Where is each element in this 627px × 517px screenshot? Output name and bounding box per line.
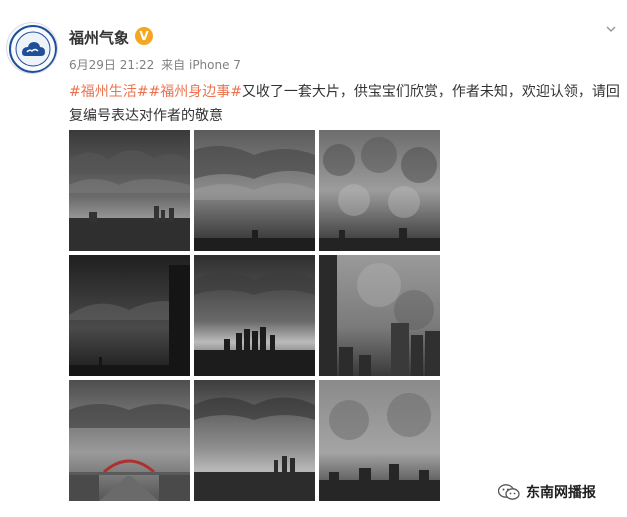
hashtag-link[interactable]: #福州身边事#: [148, 84, 241, 100]
weibo-post-card: 福州气象 V 6月29日 21:22 来自 iPhone 7 #福州生活##福州…: [0, 0, 627, 517]
post-time[interactable]: 6月29日 21:22: [69, 58, 154, 72]
post-meta: 6月29日 21:22 来自 iPhone 7: [69, 56, 244, 73]
cloud-emblem-icon: [9, 25, 57, 73]
watermark: 东南网播报: [498, 482, 596, 502]
post-source-prefix: 来自: [161, 58, 186, 72]
watermark-text: 东南网播报: [526, 485, 596, 501]
wechat-icon: [498, 484, 520, 500]
verified-badge-icon: V: [135, 27, 153, 45]
storm-cloud-bridge-photo[interactable]: [69, 380, 190, 501]
storm-cloud-city-photo[interactable]: [69, 130, 190, 251]
chevron-down-icon[interactable]: [604, 22, 618, 36]
storm-cloud-building-photo[interactable]: [319, 255, 440, 376]
storm-cloud-tower-photo[interactable]: [69, 255, 190, 376]
storm-cloud-photo[interactable]: [319, 130, 440, 251]
storm-cloud-skyline-photo[interactable]: [194, 255, 315, 376]
image-grid: [69, 130, 441, 502]
post-text: #福州生活##福州身边事#又收了一套大片，供宝宝们欣赏，作者未知，欢迎认领，请回…: [69, 80, 624, 128]
storm-cloud-photo[interactable]: [194, 130, 315, 251]
hashtag-link[interactable]: #福州生活#: [69, 84, 148, 100]
author-name[interactable]: 福州气象: [69, 27, 129, 48]
storm-cloud-city-photo[interactable]: [194, 380, 315, 501]
avatar[interactable]: [6, 22, 58, 74]
storm-cloud-city-photo[interactable]: [319, 380, 440, 501]
post-source-device[interactable]: iPhone 7: [189, 58, 241, 72]
